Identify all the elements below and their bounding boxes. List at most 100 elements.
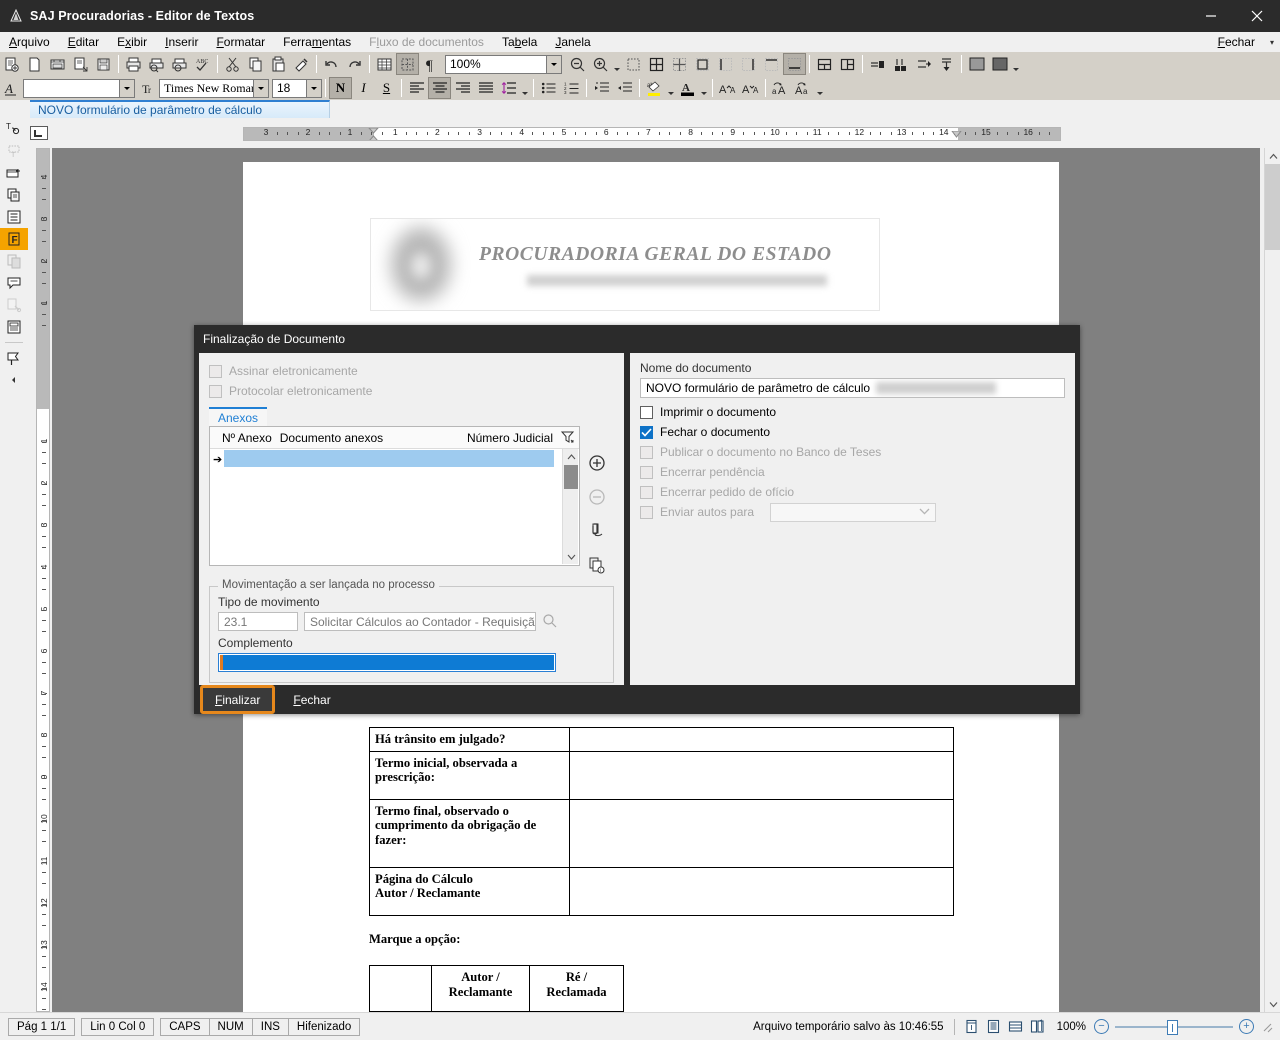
table-shading-light-icon[interactable] xyxy=(965,53,988,75)
table-cell-value[interactable] xyxy=(569,750,954,800)
align-left-icon[interactable] xyxy=(405,77,428,99)
increase-indent-icon[interactable] xyxy=(590,77,613,99)
format-painter-icon[interactable] xyxy=(290,53,313,75)
show-gridlines-icon[interactable] xyxy=(396,53,419,75)
menu-janela[interactable]: Janela xyxy=(546,32,599,52)
new-document-icon[interactable] xyxy=(0,53,23,75)
table-shading-dark-icon[interactable] xyxy=(988,53,1011,75)
table-cell-value[interactable] xyxy=(569,866,954,916)
magnifier-icon[interactable] xyxy=(542,613,557,631)
print-preview-icon[interactable] xyxy=(145,53,168,75)
zoom-out-icon[interactable] xyxy=(566,53,589,75)
table-row[interactable]: Página do Cálculo Autor / Reclamante xyxy=(369,866,954,916)
scrollbar-thumb[interactable] xyxy=(1265,164,1280,250)
align-right-icon[interactable] xyxy=(451,77,474,99)
menu-fechar-documento[interactable]: Fechar xyxy=(1209,32,1264,52)
status-page[interactable]: Pág 1 1/1 xyxy=(8,1017,76,1036)
checkbox-fechar-o-documento[interactable]: Fechar o documento xyxy=(640,422,1065,442)
split-cells-vertical-icon[interactable] xyxy=(836,53,859,75)
zoom-in-button[interactable]: + xyxy=(1239,1019,1254,1034)
blank-page-icon[interactable] xyxy=(23,53,46,75)
insert-row-icon[interactable] xyxy=(866,53,889,75)
checkbox-assinar-eletronicamente[interactable]: Assinar eletronicamente xyxy=(209,361,614,381)
merge-cells-icon[interactable] xyxy=(668,53,691,75)
line-spacing-icon[interactable] xyxy=(497,77,520,99)
document-vertical-scrollbar[interactable] xyxy=(1264,148,1280,1012)
table-row[interactable]: Termo final, observado o cumprimento da … xyxy=(369,798,954,868)
table-cell-value[interactable] xyxy=(569,727,954,752)
enviar-autos-select[interactable] xyxy=(770,502,937,522)
remove-attachment-button[interactable] xyxy=(586,486,608,508)
style-format-icon[interactable]: A xyxy=(0,77,23,99)
bold-button[interactable]: N xyxy=(329,77,352,99)
border-bottom-icon[interactable] xyxy=(783,53,806,75)
menu-arquivo[interactable]: AArquivorquivo xyxy=(0,32,59,52)
resize-grip-icon[interactable] xyxy=(1260,1020,1274,1034)
tag-icon[interactable] xyxy=(0,347,28,369)
indent-marker[interactable] xyxy=(368,128,379,140)
align-center-icon[interactable] xyxy=(428,77,451,99)
save-icon[interactable] xyxy=(92,53,115,75)
numbered-list-icon[interactable]: 123 xyxy=(560,77,583,99)
zoom-out-button[interactable]: − xyxy=(1094,1019,1109,1034)
font-size-combo[interactable]: 18 xyxy=(272,78,322,98)
collapse-rail-icon[interactable] xyxy=(0,369,28,391)
font-name-combo[interactable]: Times New Romar xyxy=(159,78,269,98)
split-cells-horizontal-icon[interactable] xyxy=(813,53,836,75)
copy-block-icon[interactable] xyxy=(0,184,28,206)
chevron-down-icon[interactable] xyxy=(815,77,825,99)
attachments-grid[interactable]: Nº Anexo Documento anexos Número Judicia… xyxy=(209,426,580,566)
table-row[interactable]: Há trânsito em julgado? xyxy=(369,727,954,752)
minimize-button[interactable] xyxy=(1188,0,1234,32)
print-icon[interactable] xyxy=(122,53,145,75)
checkbox-imprimir-o-documento[interactable]: Imprimir o documento xyxy=(640,402,1065,422)
menu-editar[interactable]: Editar xyxy=(59,32,108,52)
status-ins[interactable]: INS xyxy=(251,1017,289,1036)
chevron-down-icon[interactable] xyxy=(306,79,321,97)
select-area-icon[interactable] xyxy=(622,53,645,75)
checkbox-encerrar-pedido-de-oficio[interactable]: Encerrar pedido de ofício xyxy=(640,482,1065,502)
parameter-table[interactable]: Há trânsito em julgado? Termo inicial, o… xyxy=(369,727,954,916)
print-setup-icon[interactable] xyxy=(168,53,191,75)
chevron-down-icon[interactable] xyxy=(612,53,622,75)
border-right-icon[interactable] xyxy=(737,53,760,75)
close-button[interactable] xyxy=(1234,0,1280,32)
text-cursor-icon[interactable]: T xyxy=(0,118,28,140)
scroll-up-icon[interactable] xyxy=(1265,148,1280,164)
checkbox-box[interactable] xyxy=(209,364,222,378)
chevron-down-icon[interactable] xyxy=(546,55,561,73)
chevron-down-icon[interactable] xyxy=(666,77,676,99)
list-icon[interactable] xyxy=(0,206,28,228)
paste-icon[interactable] xyxy=(267,53,290,75)
comment-icon[interactable] xyxy=(0,272,28,294)
checkbox-box[interactable] xyxy=(209,384,222,398)
status-hyphenation[interactable]: Hifenizado xyxy=(287,1017,361,1036)
chevron-down-icon[interactable] xyxy=(119,79,134,97)
font-icon[interactable]: Tr xyxy=(138,77,161,99)
underline-button[interactable]: S xyxy=(375,77,398,99)
chevron-down-icon[interactable]: ▾ xyxy=(1270,38,1274,47)
status-num[interactable]: NUM xyxy=(208,1017,253,1036)
reading-view-icon[interactable] xyxy=(983,1017,1005,1037)
open-document-icon[interactable] xyxy=(69,53,92,75)
decrease-indent-icon[interactable] xyxy=(613,77,636,99)
frame-icon[interactable] xyxy=(0,316,28,338)
italic-button[interactable]: I xyxy=(352,77,375,99)
border-left-icon[interactable] xyxy=(714,53,737,75)
border-top-icon[interactable] xyxy=(760,53,783,75)
vertical-ruler[interactable]: 43211234567891011121314 xyxy=(36,148,50,1012)
checkbox-box[interactable] xyxy=(640,505,653,519)
table-row[interactable]: Termo inicial, observada a prescrição: xyxy=(369,750,954,800)
menu-formatar[interactable]: Formatar xyxy=(207,32,274,52)
menu-inserir[interactable]: Inserir xyxy=(156,32,207,52)
decrease-font-icon[interactable]: AA xyxy=(739,77,762,99)
checkbox-box[interactable] xyxy=(640,465,653,479)
tipo-movimento-code-input[interactable]: 23.1 xyxy=(218,612,298,631)
insert-table-icon[interactable] xyxy=(373,53,396,75)
table-grid-icon[interactable] xyxy=(645,53,668,75)
increase-font-icon[interactable]: AA xyxy=(716,77,739,99)
cut-icon[interactable] xyxy=(221,53,244,75)
tipo-movimento-desc-input[interactable]: Solicitar Cálculos ao Contador - Requisi… xyxy=(304,612,536,631)
tab-stop-selector[interactable] xyxy=(30,126,48,140)
copy-info-icon[interactable]: i xyxy=(586,554,608,576)
